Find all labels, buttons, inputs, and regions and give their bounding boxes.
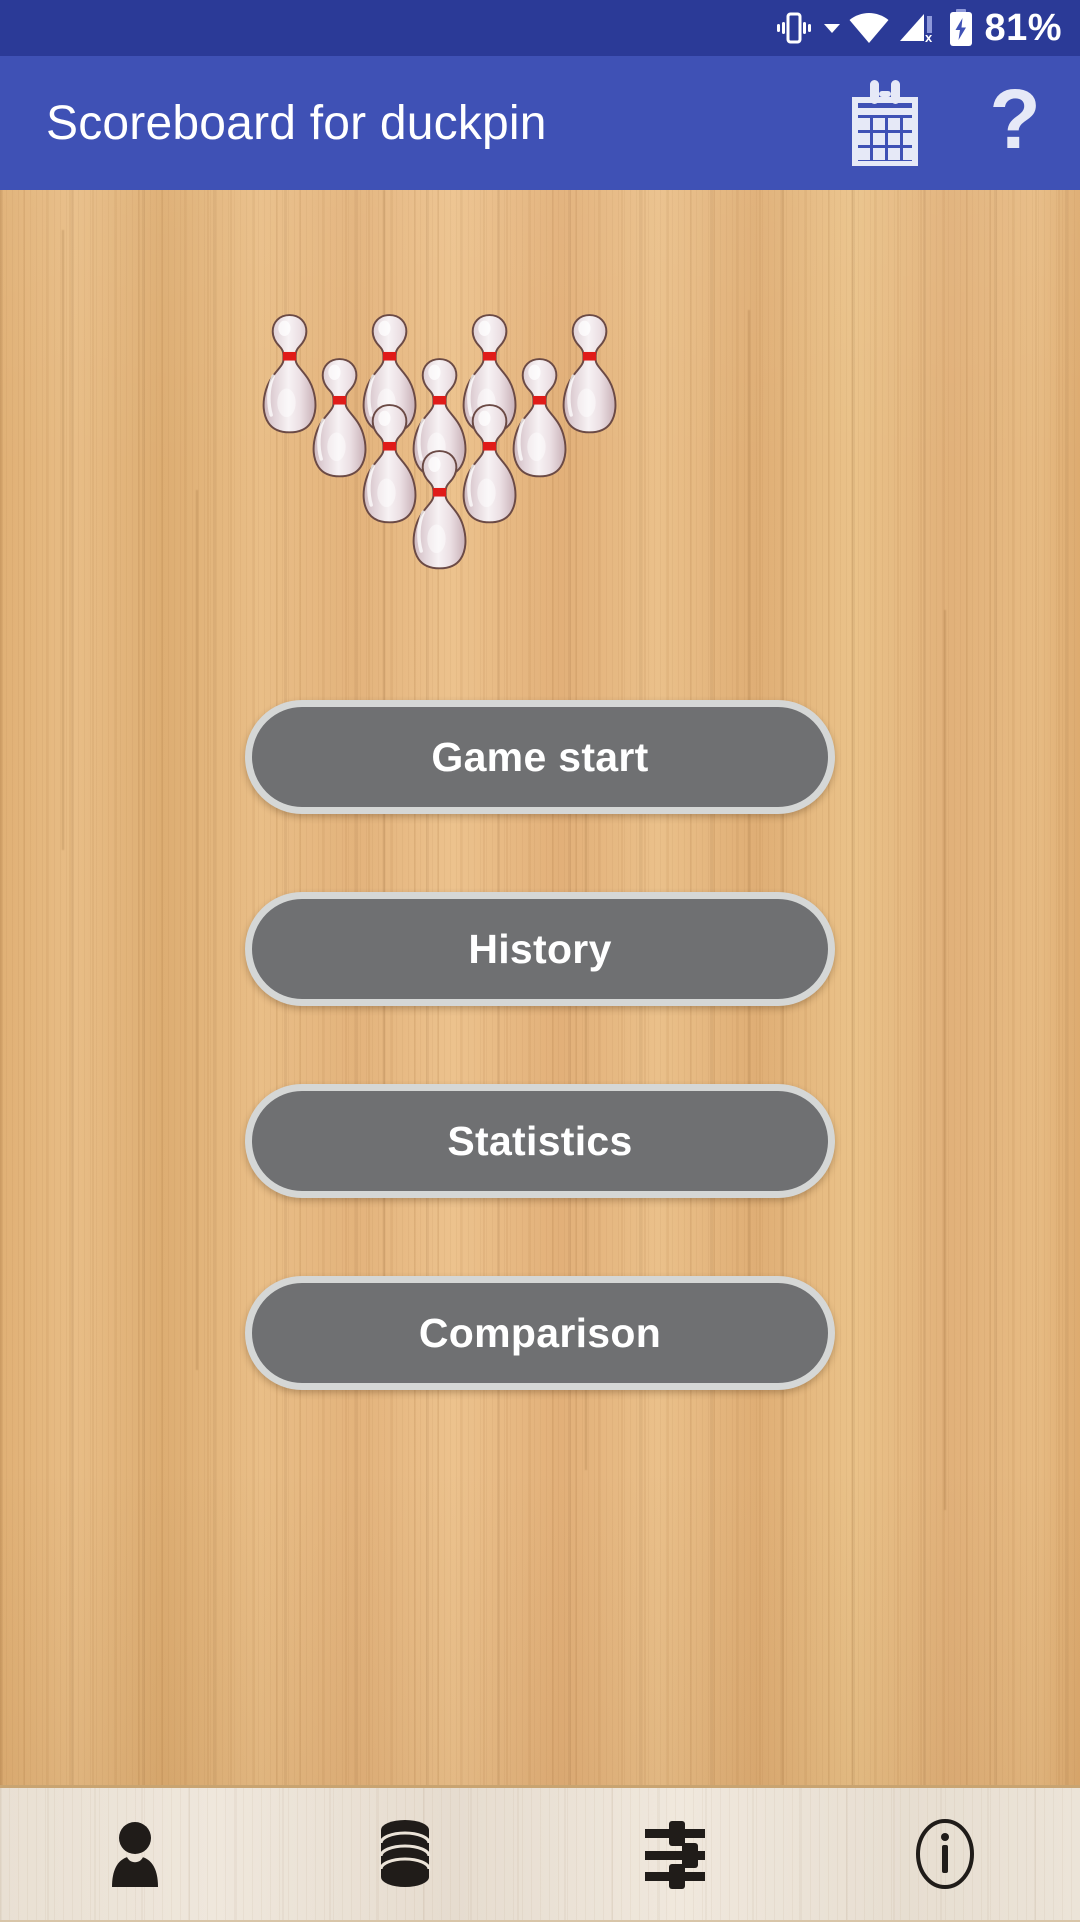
svg-text:x: x bbox=[925, 30, 933, 45]
nav-info-icon[interactable] bbox=[810, 1787, 1080, 1922]
nav-database-icon[interactable] bbox=[270, 1787, 540, 1922]
page-title: Scoreboard for duckpin bbox=[46, 96, 547, 151]
mobile-signal-off-icon: x bbox=[898, 11, 938, 45]
vibrate-icon bbox=[774, 11, 814, 45]
help-question-icon[interactable]: ? bbox=[950, 56, 1080, 190]
statistics-button[interactable]: Statistics bbox=[245, 1084, 835, 1198]
dropdown-caret-icon bbox=[823, 21, 841, 35]
pin bbox=[314, 359, 366, 476]
history-button[interactable]: History bbox=[245, 892, 835, 1006]
bottom-navigation-bar bbox=[0, 1785, 1080, 1920]
pin bbox=[514, 359, 566, 476]
scoresheet-grid-icon[interactable] bbox=[820, 56, 950, 190]
pin bbox=[564, 315, 616, 432]
bowling-pin-rack bbox=[258, 295, 618, 595]
nav-settings-sliders-icon[interactable] bbox=[540, 1787, 810, 1922]
pin-rack-svg bbox=[258, 295, 618, 595]
battery-percent-label: 81% bbox=[984, 9, 1062, 47]
main-menu: Game start History Statistics Comparison bbox=[0, 700, 1080, 1390]
status-bar: x 81% bbox=[0, 0, 1080, 56]
help-question-glyph: ? bbox=[989, 77, 1040, 161]
game-start-button[interactable]: Game start bbox=[245, 700, 835, 814]
app-bar-actions: ? bbox=[820, 56, 1080, 190]
lane-background: Game start History Statistics Comparison bbox=[0, 190, 1080, 1785]
wifi-icon bbox=[848, 12, 890, 45]
nav-player-icon[interactable] bbox=[0, 1787, 270, 1922]
app-bar: Scoreboard for duckpin bbox=[0, 56, 1080, 190]
pin bbox=[264, 315, 316, 432]
comparison-button[interactable]: Comparison bbox=[245, 1276, 835, 1390]
battery-charging-icon bbox=[948, 9, 974, 47]
